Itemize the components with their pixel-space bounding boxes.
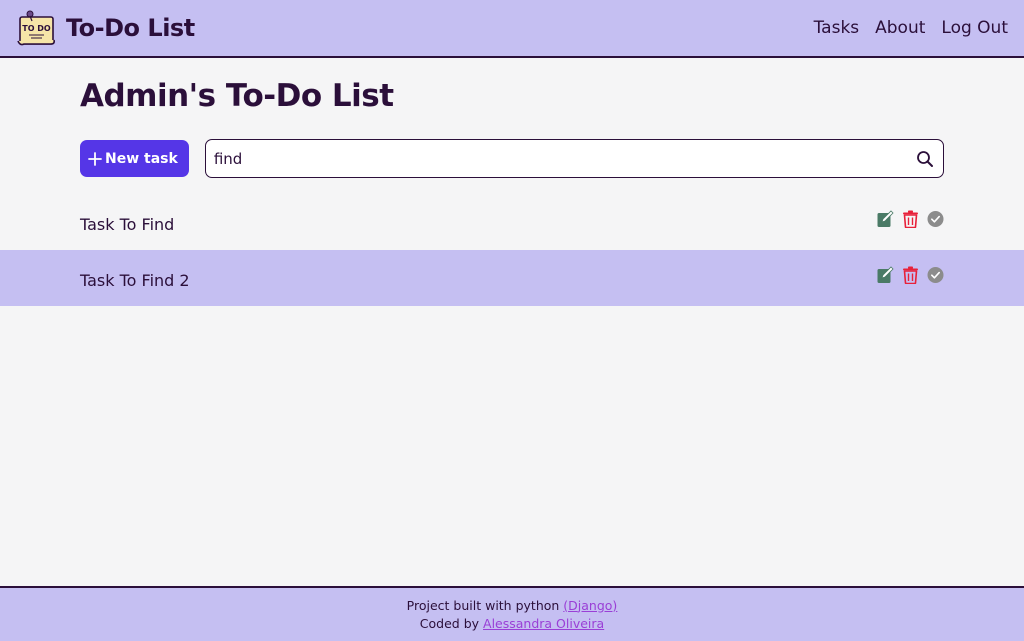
toolbar: New task xyxy=(80,139,944,178)
task-actions xyxy=(877,266,944,284)
edit-icon[interactable] xyxy=(877,266,894,284)
task-row: Task To Find xyxy=(0,194,1024,250)
nav-link-about[interactable]: About xyxy=(867,18,933,38)
trash-icon[interactable] xyxy=(902,266,919,284)
django-link[interactable]: (Django) xyxy=(563,598,617,613)
search-box xyxy=(204,139,944,178)
check-circle-icon[interactable] xyxy=(927,210,944,228)
page-title: Admin's To-Do List xyxy=(80,78,394,114)
nav-links: Tasks About Log Out xyxy=(806,18,1008,38)
svg-text:TO DO: TO DO xyxy=(22,24,51,33)
search-icon[interactable] xyxy=(916,150,934,168)
nav-link-tasks[interactable]: Tasks xyxy=(806,18,868,38)
new-task-button[interactable]: New task xyxy=(80,140,189,177)
author-link[interactable]: Alessandra Oliveira xyxy=(483,616,604,631)
footer-line-coded-by: Coded by Alessandra Oliveira xyxy=(420,615,604,633)
footer: Project built with python (Django) Coded… xyxy=(0,586,1024,641)
nav-link-logout[interactable]: Log Out xyxy=(933,18,1008,38)
footer-built-text: Project built with python xyxy=(406,597,564,613)
trash-icon[interactable] xyxy=(902,210,919,228)
navbar: TO DO To-Do List Tasks About Log Out xyxy=(0,0,1024,58)
brand-link[interactable]: TO DO To-Do List xyxy=(16,8,195,48)
task-title[interactable]: Task To Find xyxy=(80,215,174,234)
todo-logo-icon: TO DO xyxy=(16,8,58,48)
footer-coded-text: Coded by xyxy=(419,615,484,631)
task-row: Task To Find 2 xyxy=(0,250,1024,306)
new-task-label: New task xyxy=(105,150,178,167)
task-title[interactable]: Task To Find 2 xyxy=(80,271,190,290)
task-list: Task To Find Task To Find 2 xyxy=(0,194,1024,306)
footer-line-built-with: Project built with python (Django) xyxy=(407,597,618,615)
brand-title: To-Do List xyxy=(66,14,195,42)
task-actions xyxy=(877,210,944,228)
edit-icon[interactable] xyxy=(877,210,894,228)
check-circle-icon[interactable] xyxy=(927,266,944,284)
search-input[interactable] xyxy=(213,149,916,168)
plus-icon xyxy=(88,151,102,166)
